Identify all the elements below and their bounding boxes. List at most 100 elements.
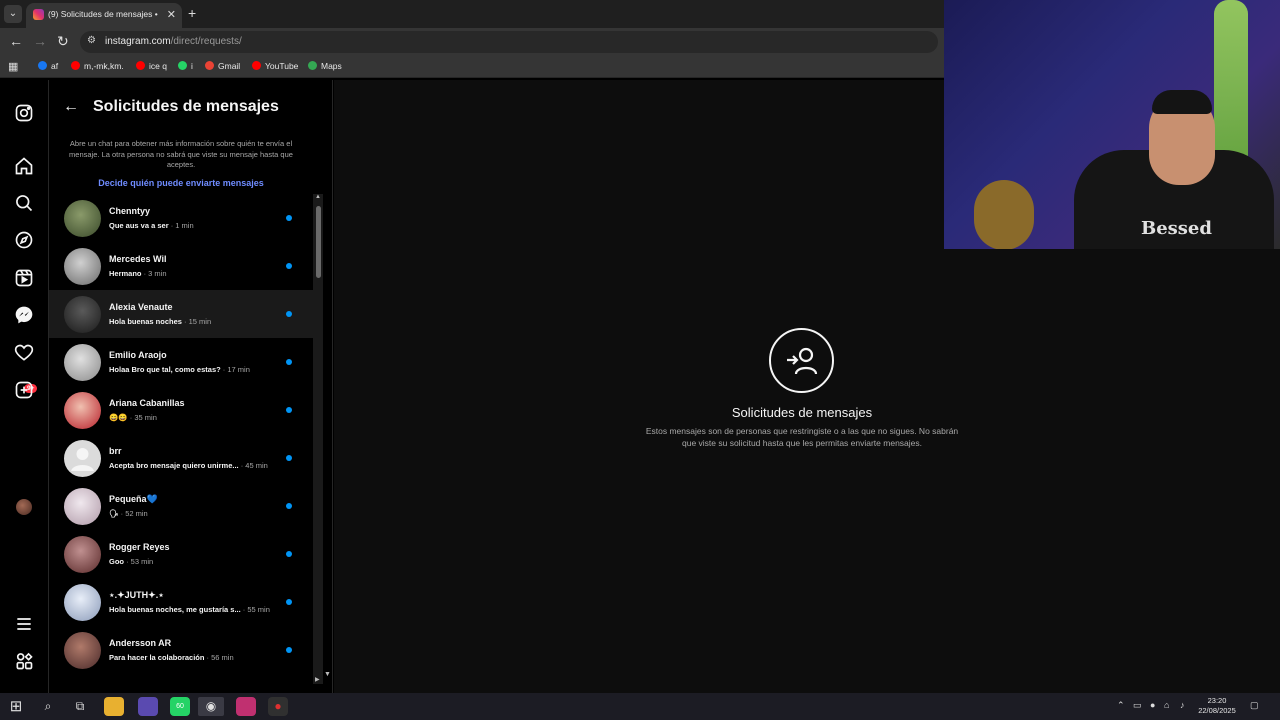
maps-pin-icon [308, 61, 317, 70]
page-title: Solicitudes de mensajes [93, 98, 279, 115]
webcam-person-hair [1152, 90, 1212, 114]
bookmark-item[interactable]: Gmail [205, 61, 240, 71]
url-text: instagram.com/direct/requests/ [105, 36, 242, 47]
forward-arrow-icon[interactable]: → [33, 33, 47, 49]
list-item[interactable]: Rogger Reyes Goo · 53 min [49, 530, 313, 578]
notifications-icon[interactable]: ▢ [1250, 700, 1259, 711]
instagram-favicon-icon [33, 9, 44, 20]
site-info-icon[interactable]: ⚙ [87, 35, 96, 46]
bookmark-item[interactable]: m,-mk,km. [71, 61, 124, 71]
heart-icon[interactable] [14, 343, 34, 363]
list-scrollbar-thumb[interactable] [316, 206, 321, 278]
whatsapp-icon[interactable]: 60 [170, 697, 190, 716]
list-item[interactable]: Ariana Cabanillas 😄😄 · 35 min [49, 386, 313, 434]
scroll-down-arrow-icon[interactable]: ▶ [315, 676, 320, 683]
avatar [64, 344, 101, 381]
reels-icon[interactable] [14, 268, 34, 288]
bookmark-item[interactable]: ice q [136, 61, 167, 71]
sender-name: Emilio Araojo [109, 350, 167, 360]
volume-icon[interactable]: ♪ [1180, 700, 1185, 710]
message-requests-panel: ← Solicitudes de mensajes Abre un chat p… [49, 80, 333, 693]
bookmark-item[interactable]: af [38, 61, 58, 71]
bookmarks-bar: ▦ af m,-mk,km. ice q i Gmail YouTube Map… [0, 56, 944, 78]
youtube-icon [71, 61, 80, 70]
webcam-overlay: Bessed [944, 0, 1280, 249]
clock-date: 22/08/2025 [1198, 706, 1236, 715]
search-icon[interactable] [14, 193, 34, 213]
default-avatar-icon [71, 448, 94, 471]
message-preview: 🗣 · 52 min [109, 509, 148, 518]
whatsapp-icon [178, 61, 187, 70]
list-item[interactable]: Emilio Araojo Holaa Bro que tal, como es… [49, 338, 313, 386]
chrome-icon[interactable]: ◉ [198, 697, 224, 716]
file-explorer-icon[interactable] [104, 697, 124, 716]
list-item[interactable]: Pequeña💙 🗣 · 52 min [49, 482, 313, 530]
list-item[interactable]: Alexia Venaute Hola buenas noches · 15 m… [49, 290, 313, 338]
system-clock[interactable]: 23:20 22/08/2025 [1194, 696, 1240, 716]
avatar [64, 248, 101, 285]
bookmark-item[interactable]: i [178, 61, 193, 71]
obs-record-icon[interactable]: ● [268, 697, 288, 716]
messenger-icon[interactable] [14, 305, 34, 325]
webcam-background-light [1214, 0, 1248, 170]
create-plus-icon[interactable] [14, 380, 34, 400]
sender-name: Pequeña💙 [109, 494, 158, 504]
webcam-plush-toy [974, 180, 1034, 249]
bookmark-item[interactable]: Maps [308, 61, 342, 71]
message-preview: Holaa Bro que tal, como estas? · 17 min [109, 365, 250, 374]
unread-indicator [286, 455, 292, 461]
discord-icon[interactable] [138, 697, 158, 716]
sender-name: Alexia Venaute [109, 302, 173, 312]
close-icon[interactable]: ✕ [167, 8, 176, 21]
message-requests-icon [769, 328, 834, 393]
apps-grid-icon[interactable]: ▦ [8, 60, 18, 73]
avatar [64, 392, 101, 429]
also-from-meta-icon[interactable] [14, 651, 34, 671]
microphone-icon[interactable]: ● [1150, 700, 1155, 710]
menu-hamburger-icon[interactable] [14, 614, 34, 634]
bookmark-item[interactable]: YouTube [252, 61, 298, 71]
page-scroll-down-arrow-icon[interactable]: ▼ [324, 671, 331, 678]
clock-time: 23:20 [1207, 696, 1227, 705]
tray-overflow-icon[interactable]: ⌃ [1117, 700, 1125, 711]
message-preview: 😄😄 · 35 min [109, 413, 157, 422]
webcam-shirt-text: Bessed [1141, 218, 1212, 239]
message-preview: Que aus va a ser · 1 min [109, 221, 194, 230]
task-view-icon[interactable]: ⧉ [70, 697, 90, 716]
tab-search-button[interactable]: ⌄ [4, 5, 22, 23]
message-preview: Hermano · 3 min [109, 269, 167, 278]
facebook-icon [38, 61, 47, 70]
new-tab-button[interactable]: + [188, 5, 196, 21]
address-bar[interactable]: ⚙ instagram.com/direct/requests/ [80, 31, 938, 53]
avatar [64, 200, 101, 237]
decide-who-can-message-link[interactable]: Decide quién puede enviarte mensajes [63, 178, 299, 188]
list-item[interactable]: brr Acepta bro mensaje quiero unirme... … [49, 434, 313, 482]
avatar [64, 488, 101, 525]
explore-compass-icon[interactable] [14, 230, 34, 250]
main-content-top [334, 80, 944, 249]
network-icon[interactable]: ⌂ [1164, 700, 1169, 710]
avatar [64, 584, 101, 621]
sender-name: Chenntyy [109, 206, 151, 216]
search-icon[interactable]: ⌕ [38, 697, 58, 716]
list-item[interactable]: Mercedes Wil Hermano · 3 min [49, 242, 313, 290]
back-arrow-icon[interactable]: ← [9, 33, 23, 49]
instagram-logo-icon[interactable] [14, 103, 34, 123]
sender-name: Andersson AR [109, 638, 172, 648]
avatar [64, 536, 101, 573]
sender-name: ⋆.✦JUTH✦.⋆ [109, 590, 164, 600]
windows-start-icon[interactable]: ⊞ [6, 697, 26, 716]
list-item[interactable]: Chenntyy Que aus va a ser · 1 min [49, 194, 313, 242]
message-preview: Goo · 53 min [109, 557, 154, 566]
app-icon[interactable] [236, 697, 256, 716]
list-item[interactable]: Andersson AR Para hacer la colaboración … [49, 626, 313, 674]
list-item[interactable]: ⋆.✦JUTH✦.⋆ Hola buenas noches, me gustar… [49, 578, 313, 626]
display-icon[interactable]: ▭ [1133, 700, 1142, 711]
active-tab[interactable]: (9) Solicitudes de mensajes • Chat ✕ [26, 3, 182, 28]
home-icon[interactable] [14, 156, 34, 176]
profile-avatar[interactable] [16, 499, 32, 515]
scroll-up-arrow-icon[interactable]: ▲ [315, 194, 321, 200]
browser-toolbar: ← → ↻ ⚙ instagram.com/direct/requests/ [0, 28, 944, 56]
reload-icon[interactable]: ↻ [57, 33, 69, 50]
back-arrow-icon[interactable]: ← [63, 98, 79, 116]
